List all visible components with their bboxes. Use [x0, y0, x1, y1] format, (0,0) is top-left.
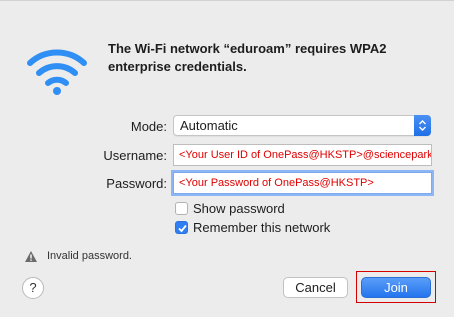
cancel-button[interactable]: Cancel: [283, 277, 348, 298]
mode-select-value: Automatic: [180, 118, 238, 133]
show-password-label: Show password: [193, 201, 285, 216]
mode-select[interactable]: Automatic: [173, 115, 431, 136]
wifi-credentials-dialog: The Wi-Fi network “eduroam” requires WPA…: [0, 0, 454, 317]
show-password-box[interactable]: [175, 202, 188, 215]
warning-icon: [25, 251, 37, 262]
checkmark-icon: [178, 224, 187, 233]
mode-label: Mode:: [130, 119, 167, 134]
help-button[interactable]: ?: [22, 277, 44, 299]
select-stepper[interactable]: [414, 115, 431, 136]
username-field[interactable]: <Your User ID of OnePass@HKSTP>@sciencep…: [173, 144, 432, 166]
chevron-up-down-icon: [419, 120, 426, 131]
username-label: Username:: [103, 148, 167, 163]
wifi-icon: [27, 49, 87, 95]
remember-network-box[interactable]: [175, 221, 188, 234]
remember-network-label: Remember this network: [193, 220, 331, 235]
join-button[interactable]: Join: [361, 277, 431, 298]
status-message: Invalid password.: [47, 250, 132, 262]
password-field[interactable]: <Your Password of OnePass@HKSTP>: [173, 172, 432, 194]
password-label: Password:: [106, 176, 167, 191]
dialog-headline: The Wi-Fi network “eduroam” requires WPA…: [108, 41, 387, 74]
